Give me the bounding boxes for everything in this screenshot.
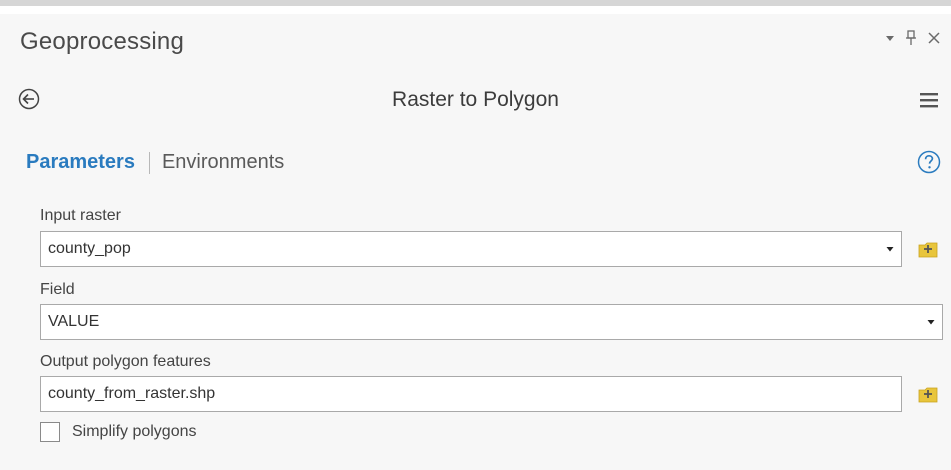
output-polygon-browse-button[interactable] <box>917 383 939 405</box>
output-polygon-label: Output polygon features <box>40 353 211 370</box>
tab-environments[interactable]: Environments <box>162 151 284 174</box>
pin-icon[interactable] <box>905 30 917 46</box>
field-dropdown[interactable] <box>920 304 942 340</box>
hamburger-menu-icon <box>920 93 938 108</box>
input-raster-browse-button[interactable] <box>917 238 939 260</box>
close-icon[interactable] <box>927 31 941 45</box>
field-select[interactable]: VALUE <box>40 304 943 340</box>
folder-add-icon <box>918 242 938 258</box>
simplify-polygons-row: Simplify polygons <box>40 422 197 442</box>
pane-title: Geoprocessing <box>20 28 185 55</box>
output-polygon-field[interactable]: county_from_raster.shp <box>40 376 902 412</box>
tab-separator <box>148 151 150 174</box>
input-raster-label: Input raster <box>40 207 121 224</box>
input-raster-dropdown[interactable] <box>879 231 901 267</box>
output-polygon-value: county_from_raster.shp <box>48 385 216 402</box>
folder-add-icon <box>918 387 938 403</box>
input-raster-field[interactable]: county_pop <box>40 231 902 267</box>
input-raster-value: county_pop <box>48 240 131 257</box>
help-button[interactable] <box>917 150 941 174</box>
help-icon <box>917 150 941 174</box>
pane-title-controls <box>885 30 941 46</box>
simplify-polygons-checkbox[interactable] <box>40 422 60 442</box>
pane-top-gap <box>0 6 951 14</box>
field-label: Field <box>40 281 75 298</box>
tab-parameters[interactable]: Parameters <box>26 151 135 174</box>
tool-title: Raster to Polygon <box>392 88 559 111</box>
simplify-polygons-label[interactable]: Simplify polygons <box>72 423 197 441</box>
geoprocessing-pane: Geoprocessing Raster to Polygon Paramete… <box>0 0 951 470</box>
tabs: Parameters Environments <box>26 151 284 174</box>
caret-down-icon <box>886 247 894 252</box>
caret-down-icon <box>927 320 935 325</box>
menu-button[interactable] <box>919 91 939 109</box>
field-value: VALUE <box>48 313 100 330</box>
caret-down-icon[interactable] <box>885 33 895 43</box>
